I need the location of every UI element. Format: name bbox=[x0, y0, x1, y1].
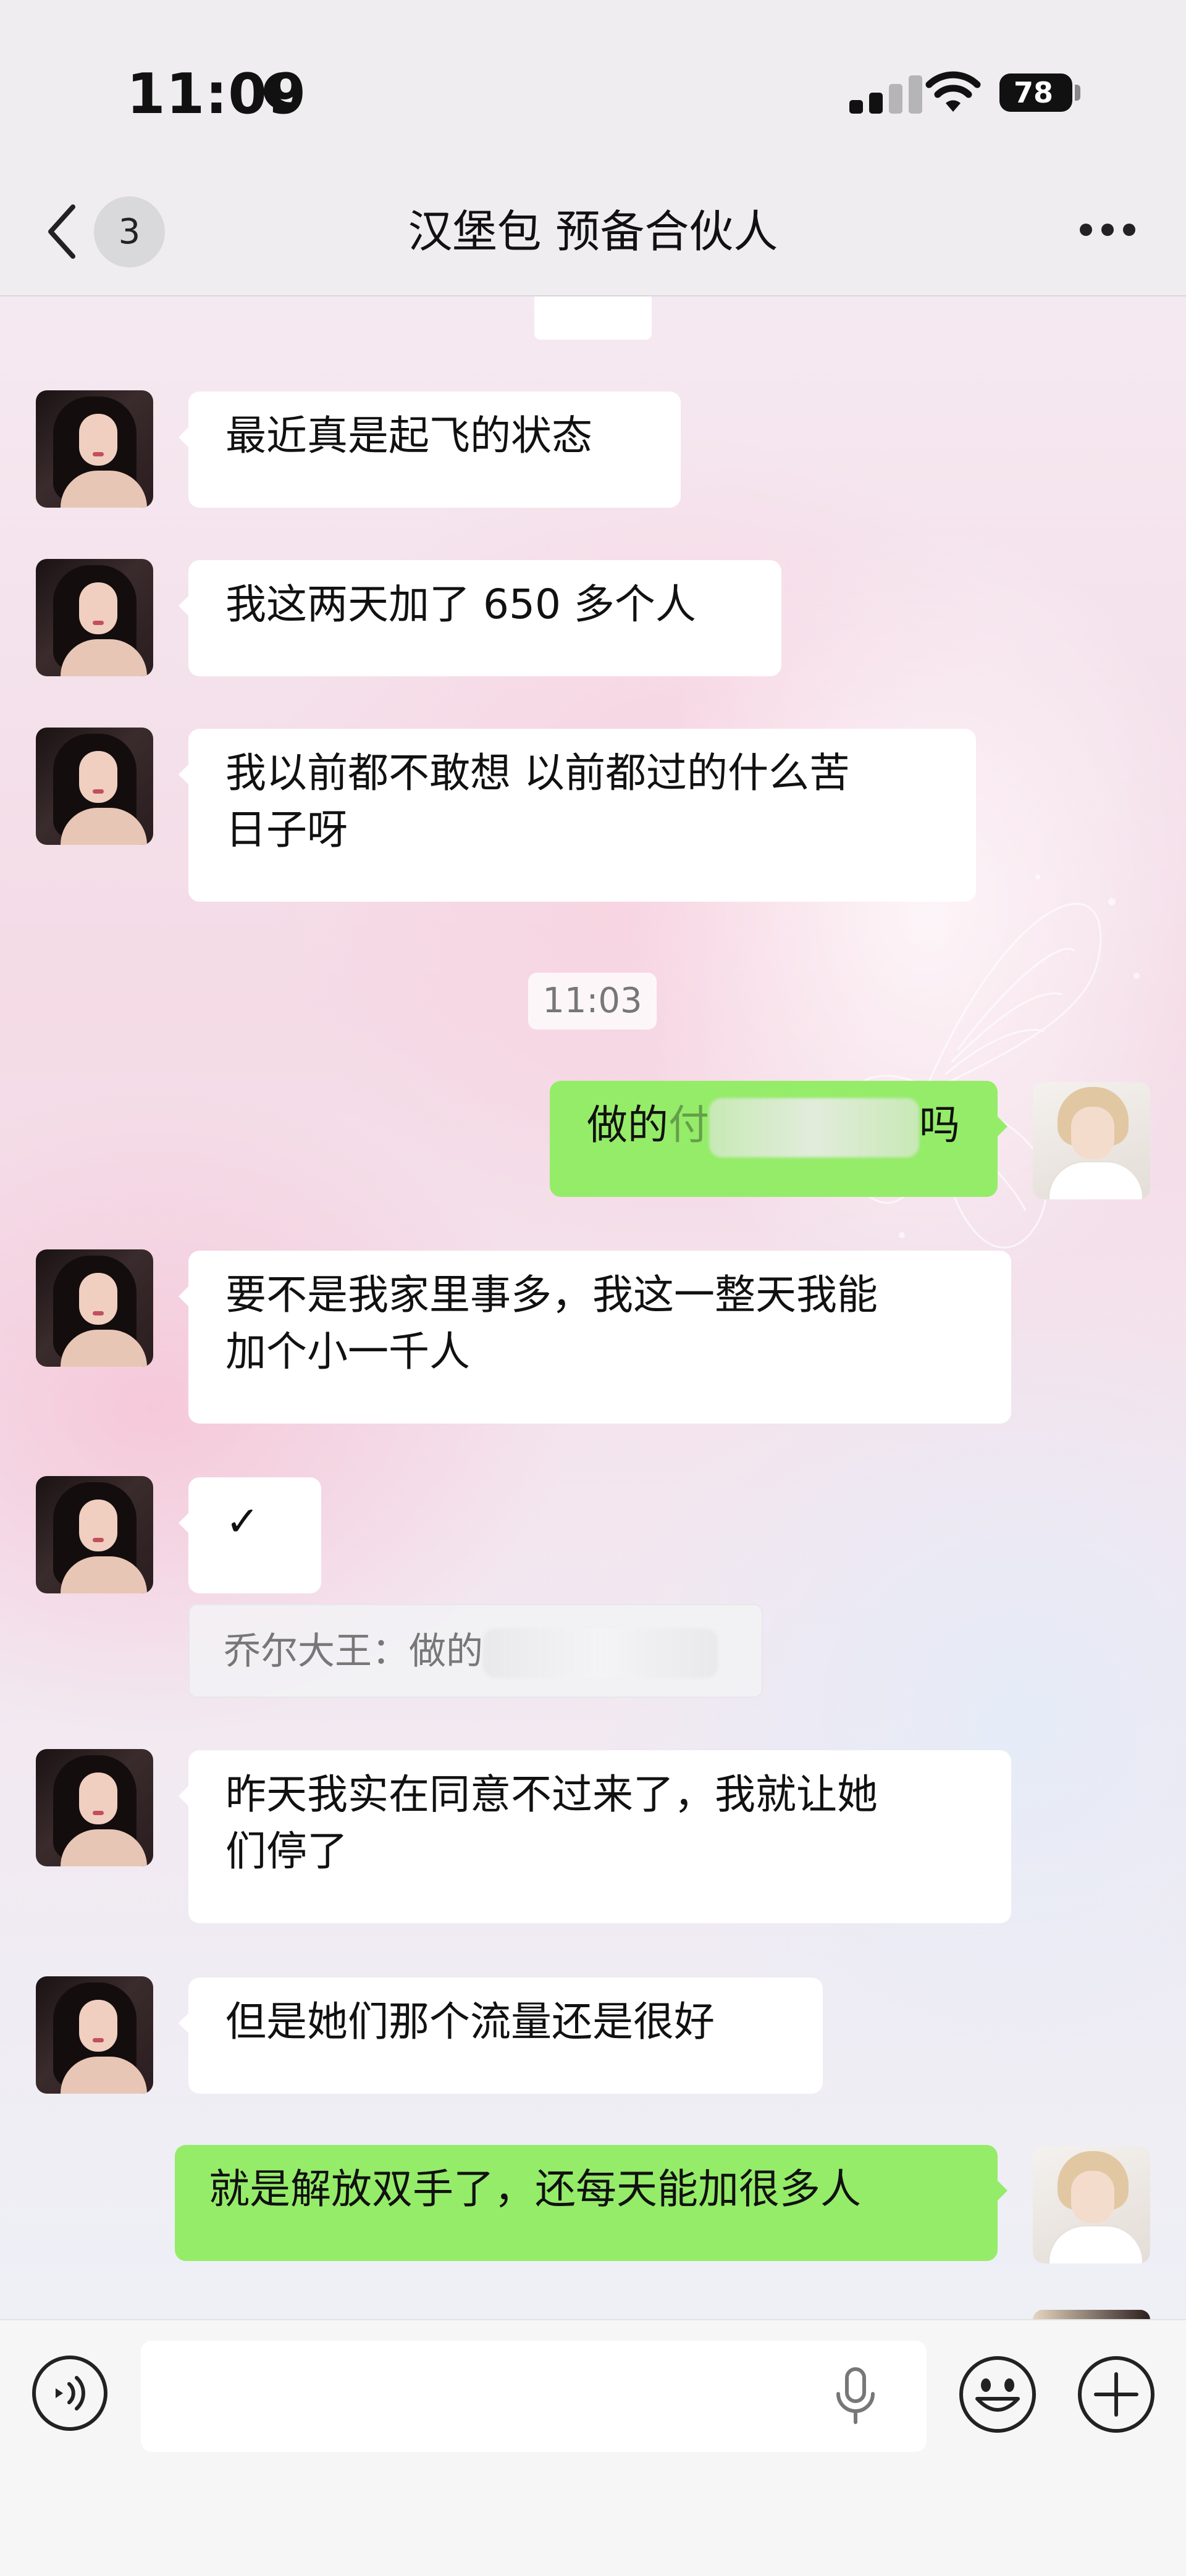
battery-cap bbox=[1075, 85, 1080, 101]
microphone-icon[interactable] bbox=[831, 2365, 880, 2427]
incoming-message[interactable]: 但是她们那个流量还是很好 bbox=[179, 1978, 823, 2094]
quoted-reply-text: 乔尔大王：做的 bbox=[224, 1630, 483, 1673]
partial-message-bubble bbox=[534, 296, 652, 340]
unread-count-badge[interactable]: 3 bbox=[94, 196, 165, 267]
incoming-message[interactable]: ✓ bbox=[179, 1477, 321, 1593]
incoming-message[interactable]: 我以前都不敢想 以前都过的什么苦 日子呀 bbox=[179, 729, 976, 902]
chat-title[interactable]: 汉堡包 预备合伙人 bbox=[284, 198, 902, 266]
contact-avatar[interactable] bbox=[36, 559, 153, 676]
incoming-message[interactable]: 要不是我家里事多，我这一整天我能 加个小一千人 bbox=[179, 1251, 1011, 1424]
contact-avatar[interactable] bbox=[36, 1749, 153, 1866]
chevron-left-icon[interactable] bbox=[43, 201, 80, 262]
contact-avatar[interactable] bbox=[36, 1476, 153, 1593]
moon-icon bbox=[263, 72, 299, 110]
contact-avatar[interactable] bbox=[36, 390, 153, 508]
contact-avatar[interactable] bbox=[36, 1249, 153, 1367]
contact-avatar[interactable] bbox=[36, 1976, 153, 2094]
wifi-icon bbox=[925, 71, 981, 112]
battery-percent: 78 bbox=[1013, 76, 1053, 109]
emoji-icon[interactable] bbox=[957, 2354, 1038, 2435]
voice-mode-icon[interactable] bbox=[31, 2354, 109, 2432]
outgoing-message-text-start: 做的 bbox=[587, 1101, 668, 1149]
plus-icon[interactable] bbox=[1076, 2354, 1156, 2435]
incoming-message[interactable]: 昨天我实在同意不过来了，我就让她 们停了 bbox=[179, 1750, 1011, 1923]
time-separator: 11:03 bbox=[528, 973, 657, 1030]
my-avatar[interactable] bbox=[1033, 1082, 1150, 1199]
my-avatar[interactable] bbox=[1033, 2146, 1150, 2263]
battery-icon: 78 bbox=[999, 73, 1072, 112]
outgoing-message-text-end: 吗 bbox=[919, 1101, 960, 1149]
redacted-blur bbox=[709, 1097, 919, 1157]
outgoing-message[interactable]: 就是解放双手了，还每天能加很多人 bbox=[175, 2145, 1007, 2261]
more-dots-icon[interactable] bbox=[1080, 224, 1135, 238]
contact-avatar[interactable] bbox=[36, 728, 153, 845]
incoming-message[interactable]: 最近真是起飞的状态 bbox=[179, 392, 681, 508]
message-input[interactable] bbox=[141, 2341, 927, 2452]
incoming-message[interactable]: 我这两天加了 650 多个人 bbox=[179, 560, 781, 676]
quoted-reply[interactable]: 乔尔大王：做的 bbox=[188, 1604, 763, 1698]
outgoing-message[interactable]: 做的付 吗 bbox=[550, 1081, 1007, 1197]
redacted-blur bbox=[483, 1629, 718, 1679]
blurred-text-fragment: 付 bbox=[668, 1101, 709, 1149]
